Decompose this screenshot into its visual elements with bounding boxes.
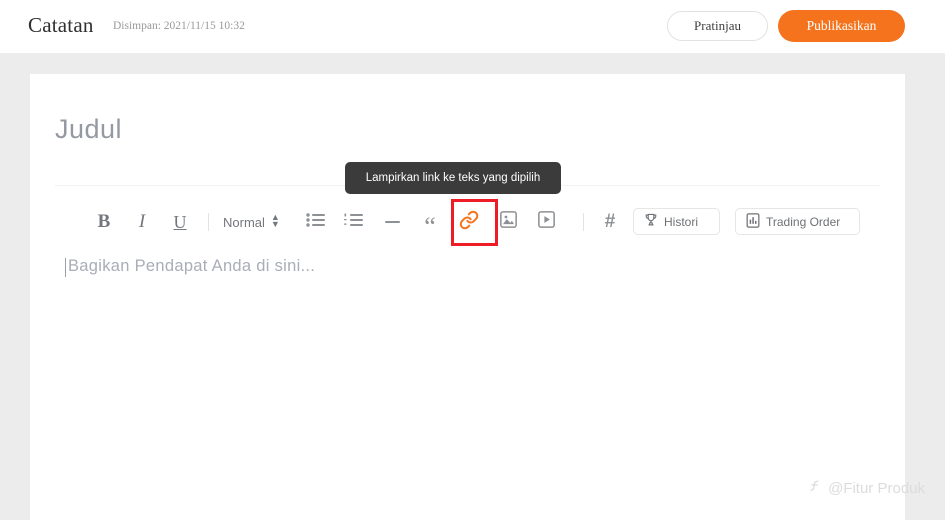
toolbar-divider-2: [583, 213, 584, 231]
body-editor-placeholder[interactable]: Bagikan Pendapat Anda di sini...: [68, 257, 315, 276]
link-icon: [459, 210, 479, 235]
document-title-input[interactable]: Judul: [55, 114, 122, 145]
hashtag-icon: #: [604, 211, 616, 232]
saved-timestamp: Disimpan: 2021/11/15 10:32: [113, 20, 245, 32]
bulleted-list-icon: [305, 212, 325, 232]
insert-video-button[interactable]: [533, 200, 559, 244]
image-icon: [499, 211, 517, 233]
history-button[interactable]: Histori: [633, 208, 720, 235]
text-cursor: [65, 258, 66, 277]
formatting-toolbar: B I U Normal ▲ ▼ “ # Histori Trading Ord…: [55, 199, 880, 246]
publish-button[interactable]: Publikasikan: [778, 10, 905, 42]
bold-button[interactable]: B: [93, 200, 115, 244]
horizontal-rule-icon: [384, 221, 400, 223]
horizontal-rule-button[interactable]: [379, 200, 405, 244]
link-tooltip: Lampirkan link ke teks yang dipilih: [345, 162, 561, 194]
hashtag-button[interactable]: #: [597, 200, 623, 244]
insert-image-button[interactable]: [495, 200, 521, 244]
toolbar-divider: [208, 213, 209, 231]
notes-editor-app: Catatan Disimpan: 2021/11/15 10:32 Prati…: [0, 0, 945, 520]
chevron-updown-icon: ▲ ▼: [270, 212, 280, 229]
app-title: Catatan: [28, 13, 94, 37]
paragraph-style-select[interactable]: Normal ▲ ▼: [223, 200, 301, 244]
italic-button[interactable]: I: [131, 200, 153, 244]
underline-button[interactable]: U: [169, 200, 191, 244]
editor-card: Judul B I U Normal ▲ ▼ “ # Histori Tradi…: [30, 74, 905, 520]
numbered-list-button[interactable]: [340, 200, 366, 244]
chart-document-icon: [746, 212, 760, 231]
video-icon: [537, 211, 555, 233]
preview-button[interactable]: Pratinjau: [667, 11, 768, 41]
trophy-icon: [644, 213, 658, 230]
trading-order-button-label: Trading Order: [766, 214, 841, 229]
numbered-list-icon: [343, 213, 363, 232]
link-tooltip-text: Lampirkan link ke teks yang dipilih: [365, 172, 541, 184]
bulleted-list-button[interactable]: [302, 200, 328, 244]
blockquote-button[interactable]: “: [417, 200, 443, 244]
link-button[interactable]: [456, 200, 482, 244]
trading-order-button[interactable]: Trading Order: [735, 208, 860, 235]
history-button-label: Histori: [664, 214, 699, 229]
top-bar: Catatan Disimpan: 2021/11/15 10:32 Prati…: [0, 0, 945, 53]
paragraph-style-label: Normal: [223, 214, 265, 230]
